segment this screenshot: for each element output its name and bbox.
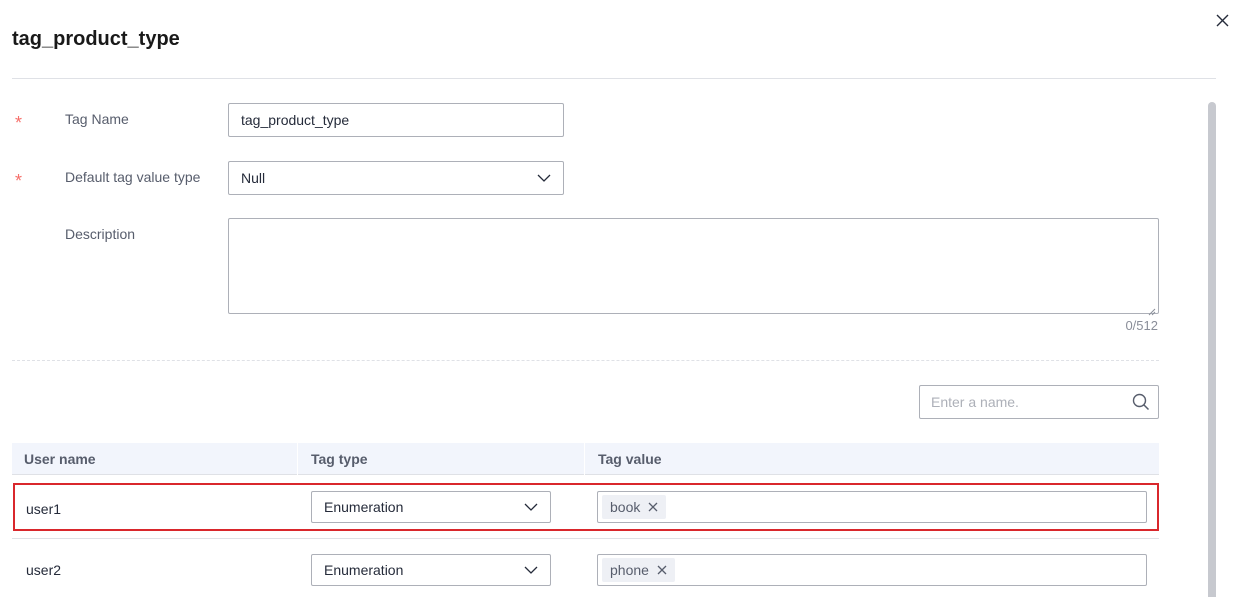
dialog-title: tag_product_type [12, 28, 180, 50]
tag-value-input[interactable]: book [597, 491, 1147, 523]
user-name-cell: user1 [26, 501, 62, 517]
resize-grip-icon[interactable] [1148, 303, 1156, 316]
chevron-down-icon [524, 500, 538, 514]
search-icon[interactable] [1132, 393, 1150, 411]
edit-tag-dialog: tag_product_type * Tag Name tag_product_… [0, 0, 1238, 597]
default-type-select[interactable]: Null [228, 161, 564, 195]
default-type-value: Null [241, 170, 266, 186]
close-icon [1216, 14, 1228, 26]
description-label: Description [65, 226, 136, 242]
tag-chip: phone [602, 558, 675, 582]
header-divider [12, 78, 1216, 79]
default-type-required-mark: * [15, 171, 23, 191]
section-divider [12, 360, 1159, 361]
description-char-counter: 0/512 [1125, 318, 1158, 333]
tag-chip-label: book [610, 499, 641, 515]
chevron-down-icon [537, 171, 551, 185]
vertical-scrollbar[interactable] [1208, 102, 1216, 597]
tag-name-label: Tag Name [65, 111, 129, 127]
tag-name-input[interactable]: tag_product_type [228, 103, 564, 137]
tag-type-value: Enumeration [324, 562, 404, 578]
column-header-tag-value: Tag value [598, 451, 662, 467]
column-separator [584, 443, 585, 475]
column-header-tag-type: Tag type [311, 451, 368, 467]
tag-type-select[interactable]: Enumeration [311, 491, 551, 523]
chevron-down-icon [524, 563, 538, 577]
default-type-label: Default tag value type [65, 169, 201, 185]
search-placeholder: Enter a name. [931, 394, 1019, 410]
column-header-user-name: User name [24, 451, 96, 467]
column-separator [297, 443, 298, 475]
tag-type-select[interactable]: Enumeration [311, 554, 551, 586]
tag-type-value: Enumeration [324, 499, 404, 515]
remove-tag-icon[interactable] [657, 565, 667, 575]
close-button[interactable] [1212, 10, 1232, 30]
tag-chip: book [602, 495, 667, 519]
remove-tag-icon[interactable] [648, 502, 658, 512]
row-divider [12, 538, 1159, 539]
description-textarea[interactable] [228, 218, 1159, 316]
tag-chip-label: phone [610, 562, 649, 578]
user-search-input[interactable]: Enter a name. [919, 385, 1159, 419]
tag-value-input[interactable]: phone [597, 554, 1147, 586]
user-name-cell: user2 [26, 562, 62, 578]
tag-name-value: tag_product_type [241, 112, 350, 128]
tag-name-required-mark: * [15, 113, 23, 133]
table-header: User name Tag type Tag value [12, 443, 1159, 475]
